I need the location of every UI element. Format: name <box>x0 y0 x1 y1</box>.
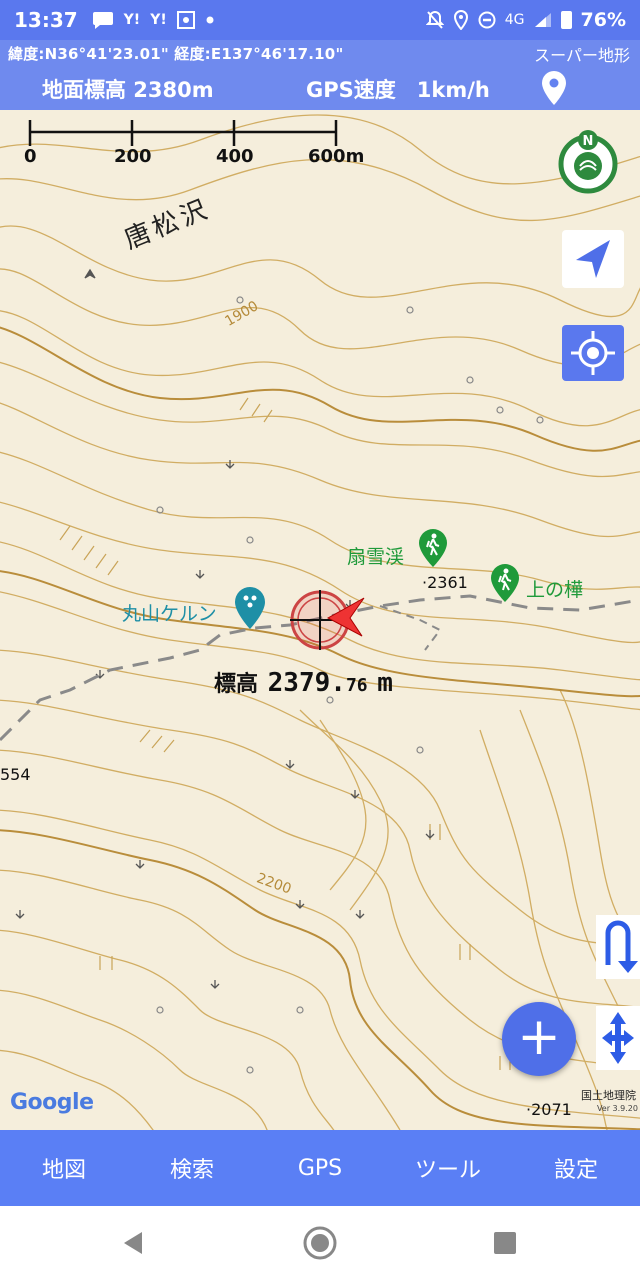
weather-icon <box>176 11 195 29</box>
navigation-arrow-icon <box>576 240 610 278</box>
info-header: 緯度:N36°41'23.01" 経度:E137°46'17.10" スーパー地… <box>0 40 640 110</box>
gsi-attribution: 国土地理院 <box>581 1089 636 1102</box>
map-pin-icon[interactable] <box>540 70 568 106</box>
my-location-button[interactable] <box>562 325 624 381</box>
add-button[interactable]: + <box>502 1002 576 1076</box>
poi-label-maruyama[interactable]: 丸山ケルン <box>122 599 217 626</box>
signal-icon <box>534 13 551 27</box>
scale-bar <box>28 120 338 146</box>
move-arrows-icon <box>602 1012 634 1064</box>
bell-off-icon <box>425 10 444 29</box>
pan-button[interactable] <box>596 1006 640 1070</box>
scale-label: 400 <box>216 146 254 167</box>
battery-level: 76% <box>580 9 626 31</box>
app-version: Ver 3.9.20 <box>596 1104 638 1113</box>
yahoo-icon: Y! <box>123 12 141 28</box>
scale-label: 0 <box>24 146 37 167</box>
system-nav-bar <box>0 1206 640 1280</box>
elevation-unit: m <box>377 668 393 698</box>
spot-height: 554 <box>0 765 31 784</box>
elevation-label: 標高 <box>214 672 259 697</box>
cairn-icon[interactable] <box>234 586 266 630</box>
navigation-button[interactable] <box>562 230 624 288</box>
elevation-integer: 2379. <box>267 668 346 698</box>
gps-speed: GPS速度 1km/h <box>306 78 490 102</box>
app-screen: 13:37 Y! Y! 4G 76% 緯度:N36°41'23.01" 経度:E… <box>0 0 640 1280</box>
yahoo-icon: Y! <box>150 12 167 28</box>
message-icon <box>92 12 113 29</box>
map-view[interactable]: 0 200 400 600m 唐松沢 1900 2200 扇雪渓 ·2361 上… <box>0 110 640 1130</box>
tab-gps[interactable]: GPS <box>256 1156 384 1181</box>
crosshair-icon <box>571 331 615 375</box>
scale-label: 600m <box>308 146 365 167</box>
hiking-icon[interactable] <box>418 528 448 568</box>
elevation-readout: 標高 2379.76 m <box>214 666 393 698</box>
status-bar: 13:37 Y! Y! 4G 76% <box>0 0 640 40</box>
poi-label-senxetsukei[interactable]: 扇雪渓 <box>347 542 404 569</box>
compass-icon[interactable]: N <box>556 126 620 198</box>
coordinates-readout: 緯度:N36°41'23.01" 経度:E137°46'17.10" <box>8 45 344 63</box>
tab-tools[interactable]: ツール <box>384 1152 512 1184</box>
u-turn-icon <box>605 920 638 973</box>
battery-icon <box>560 11 572 29</box>
home-icon[interactable] <box>302 1225 338 1261</box>
tab-search[interactable]: 検索 <box>128 1152 256 1184</box>
tab-settings[interactable]: 設定 <box>512 1152 640 1184</box>
elevation-decimal: 76 <box>345 675 368 696</box>
dnd-icon <box>478 11 496 29</box>
poi-label-kaminokanba[interactable]: 上の樺 <box>526 575 583 602</box>
tab-map[interactable]: 地図 <box>0 1152 128 1184</box>
back-icon[interactable] <box>120 1230 146 1256</box>
spot-height: ·2361 <box>422 573 468 592</box>
hiking-icon[interactable] <box>490 563 520 603</box>
current-position-marker <box>290 590 365 650</box>
notification-icons: Y! Y! <box>92 10 215 30</box>
location-icon <box>453 10 468 30</box>
bottom-menu: 地図 検索 GPS ツール 設定 <box>0 1130 640 1206</box>
dot-icon <box>206 16 214 24</box>
network-type: 4G <box>504 12 525 28</box>
google-logo: Google <box>10 1090 94 1115</box>
scale-label: 200 <box>114 146 152 167</box>
spot-height: ·2071 <box>526 1100 572 1119</box>
ground-elevation: 地面標高 2380m <box>42 78 214 102</box>
status-time: 13:37 <box>14 8 78 32</box>
system-icons: 4G 76% <box>425 9 626 31</box>
google-logo-text: Google <box>10 1090 94 1115</box>
u-turn-button[interactable] <box>596 915 640 979</box>
recents-icon[interactable] <box>492 1230 518 1256</box>
app-name[interactable]: スーパー地形 <box>534 42 630 66</box>
svg-text:N: N <box>583 134 594 149</box>
